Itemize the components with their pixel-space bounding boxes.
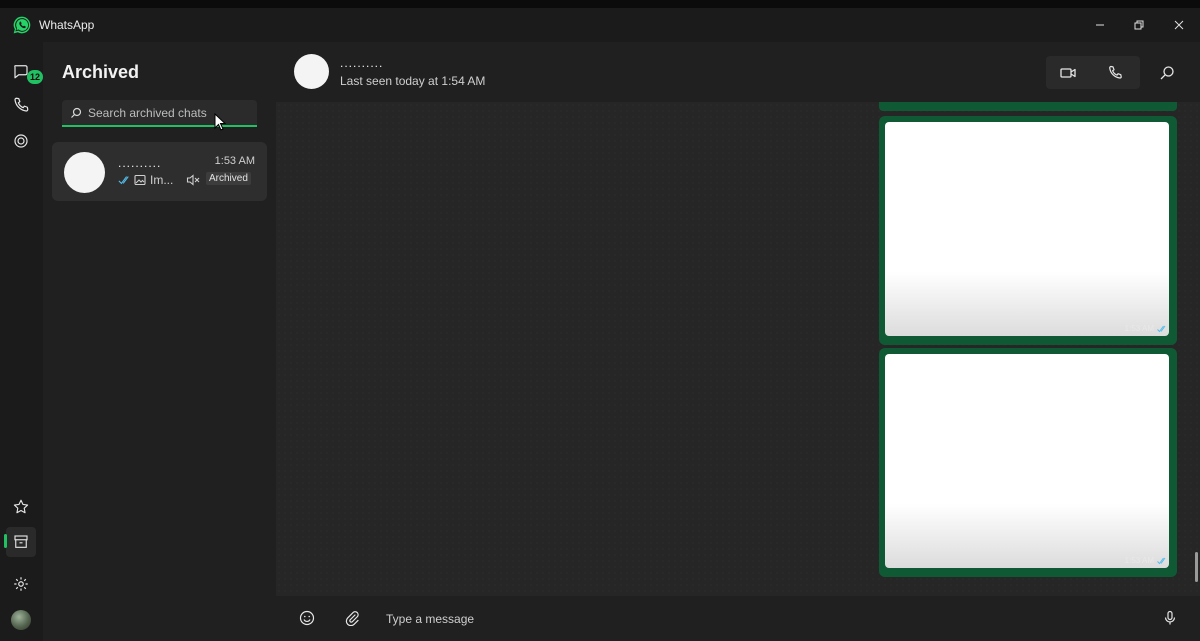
message-input[interactable] bbox=[386, 608, 1066, 630]
gear-icon bbox=[14, 577, 28, 591]
message-meta: 1:53 AM bbox=[1125, 556, 1167, 565]
muted-icon bbox=[186, 174, 200, 186]
search-icon bbox=[71, 107, 82, 118]
restore-icon bbox=[1134, 20, 1144, 30]
minimize-icon bbox=[1096, 24, 1104, 26]
screen-top-edge bbox=[0, 0, 1200, 8]
unread-badge: 12 bbox=[27, 70, 44, 84]
title-bar: WhatsApp bbox=[0, 8, 1200, 42]
message-image[interactable] bbox=[885, 122, 1169, 336]
chats-button[interactable]: 12 bbox=[6, 56, 44, 86]
whatsapp-logo-icon bbox=[13, 16, 31, 34]
close-button[interactable] bbox=[1160, 8, 1198, 42]
message-composer bbox=[276, 596, 1200, 641]
search-messages-button[interactable] bbox=[1152, 58, 1182, 88]
paperclip-icon bbox=[345, 611, 359, 626]
calls-button[interactable] bbox=[6, 90, 36, 120]
message-meta: 1:53 AM bbox=[1125, 324, 1167, 333]
close-icon bbox=[1174, 20, 1184, 30]
conversation-header: .......... Last seen today at 1:54 AM bbox=[276, 42, 1200, 102]
double-check-icon bbox=[1157, 557, 1166, 564]
image-icon bbox=[134, 174, 146, 186]
profile-avatar[interactable] bbox=[11, 610, 31, 630]
call-buttons-group bbox=[1046, 56, 1140, 89]
archived-button[interactable] bbox=[6, 527, 36, 557]
star-icon bbox=[13, 499, 29, 514]
archive-icon bbox=[14, 535, 28, 548]
double-check-icon bbox=[118, 176, 129, 185]
conversation-avatar[interactable] bbox=[294, 54, 329, 89]
settings-button[interactable] bbox=[6, 569, 36, 599]
image-message[interactable]: 1:53 AM bbox=[879, 348, 1177, 577]
mouse-cursor-icon bbox=[214, 113, 226, 131]
contact-avatar bbox=[64, 152, 105, 193]
search-icon bbox=[1160, 66, 1174, 80]
archived-panel: Archived .......... 1:53 AM Im... Archiv… bbox=[43, 42, 276, 641]
chat-list-item[interactable]: .......... 1:53 AM Im... Archived bbox=[52, 142, 267, 201]
phone-icon bbox=[14, 97, 29, 112]
image-message[interactable]: 1:53 AM bbox=[879, 116, 1177, 345]
chat-preview: Im... bbox=[118, 173, 173, 187]
app-title: WhatsApp bbox=[39, 18, 95, 32]
voice-call-button[interactable] bbox=[1100, 58, 1130, 88]
messages-scrollbar[interactable] bbox=[1195, 552, 1198, 582]
archived-tag: Archived bbox=[206, 172, 251, 185]
search-box[interactable] bbox=[62, 100, 257, 127]
voice-message-button[interactable] bbox=[1158, 606, 1182, 630]
message-time: 1:53 AM bbox=[1124, 324, 1154, 333]
attach-button[interactable] bbox=[340, 606, 364, 630]
starred-button[interactable] bbox=[6, 492, 36, 522]
messages-area[interactable]: 1:53 AM 1:53 AM bbox=[276, 102, 1200, 596]
microphone-icon bbox=[1164, 610, 1176, 625]
conversation-name[interactable]: .......... bbox=[340, 56, 383, 70]
video-camera-icon bbox=[1060, 68, 1076, 78]
emoji-button[interactable] bbox=[295, 606, 319, 630]
double-check-icon bbox=[1157, 325, 1166, 332]
emoji-icon bbox=[299, 610, 315, 626]
video-call-button[interactable] bbox=[1053, 58, 1083, 88]
last-seen-status: Last seen today at 1:54 AM bbox=[340, 74, 486, 88]
restore-button[interactable] bbox=[1120, 8, 1158, 42]
message-time: 1:53 AM bbox=[1124, 556, 1154, 565]
navigation-rail: 12 bbox=[0, 42, 44, 641]
phone-icon bbox=[1109, 65, 1122, 79]
status-button[interactable] bbox=[6, 126, 36, 156]
status-icon bbox=[14, 134, 28, 148]
preview-text: Im... bbox=[150, 173, 174, 187]
previous-message-bubble bbox=[879, 102, 1177, 111]
chat-name: .......... bbox=[118, 156, 162, 170]
chat-time: 1:53 AM bbox=[214, 155, 255, 167]
panel-title: Archived bbox=[62, 62, 140, 82]
minimize-button[interactable] bbox=[1081, 8, 1119, 42]
active-indicator bbox=[4, 534, 7, 548]
message-image[interactable] bbox=[885, 354, 1169, 568]
